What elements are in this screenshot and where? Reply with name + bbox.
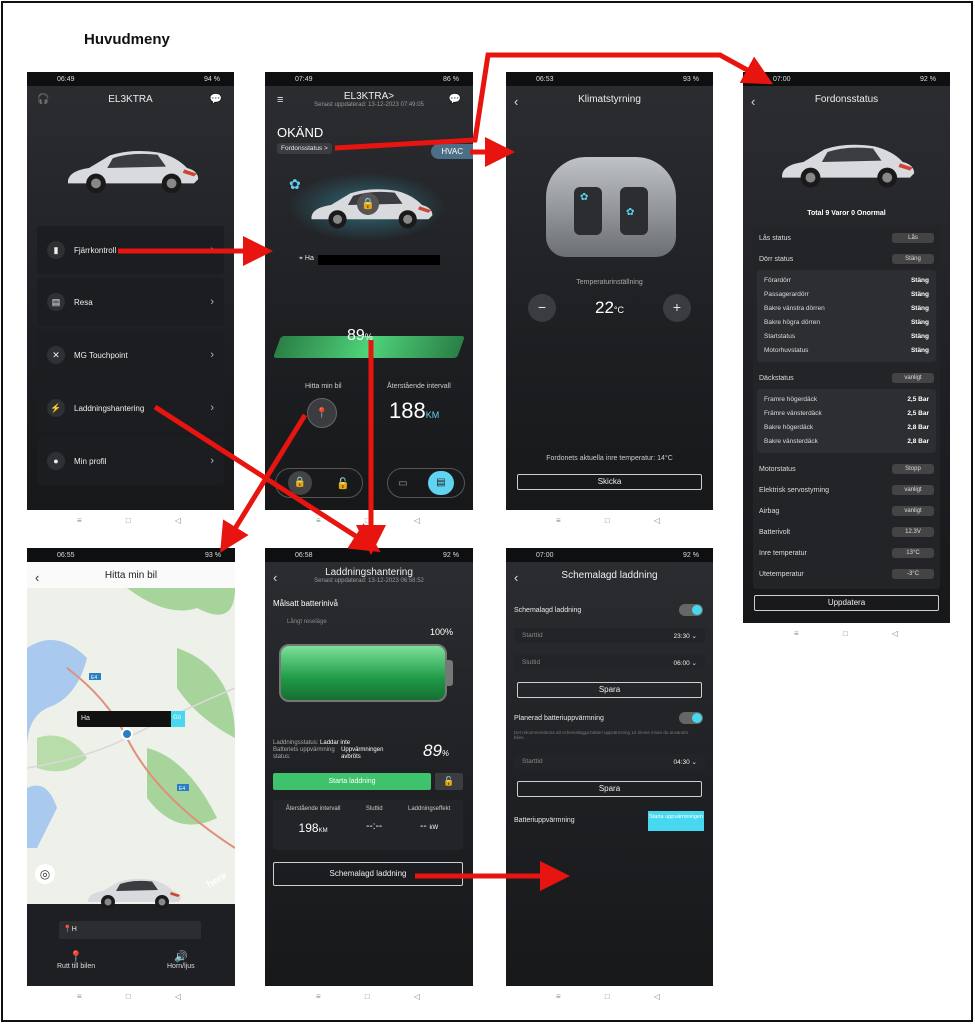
arrow-find: [220, 413, 308, 553]
flow-arrows: [118, 52, 774, 891]
arrow-status: [334, 52, 774, 151]
arrow-charging: [153, 404, 381, 553]
